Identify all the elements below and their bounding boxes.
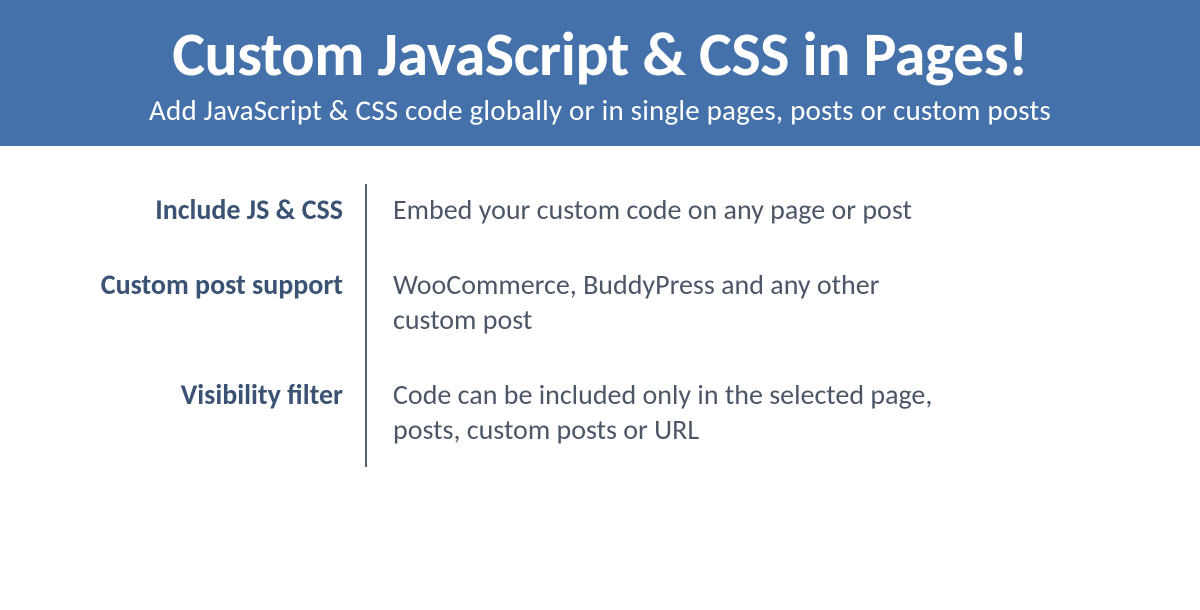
header-banner: Custom JavaScript & CSS in Pages! Add Ja… xyxy=(0,0,1200,146)
feature-row: Visibility filter Code can be included o… xyxy=(20,369,1140,467)
features-list: Include JS & CSS Embed your custom code … xyxy=(0,146,1200,467)
feature-description: WooCommerce, BuddyPress and any other cu… xyxy=(367,259,967,369)
header-subtitle: Add JavaScript & CSS code globally or in… xyxy=(20,92,1180,128)
feature-row: Include JS & CSS Embed your custom code … xyxy=(20,184,1140,259)
header-title: Custom JavaScript & CSS in Pages! xyxy=(20,20,1180,88)
feature-label: Visibility filter xyxy=(20,369,365,467)
feature-label: Include JS & CSS xyxy=(20,184,365,259)
feature-description: Code can be included only in the selecte… xyxy=(367,369,967,467)
feature-description: Embed your custom code on any page or po… xyxy=(367,184,912,259)
feature-row: Custom post support WooCommerce, BuddyPr… xyxy=(20,259,1140,369)
feature-label: Custom post support xyxy=(20,259,365,369)
